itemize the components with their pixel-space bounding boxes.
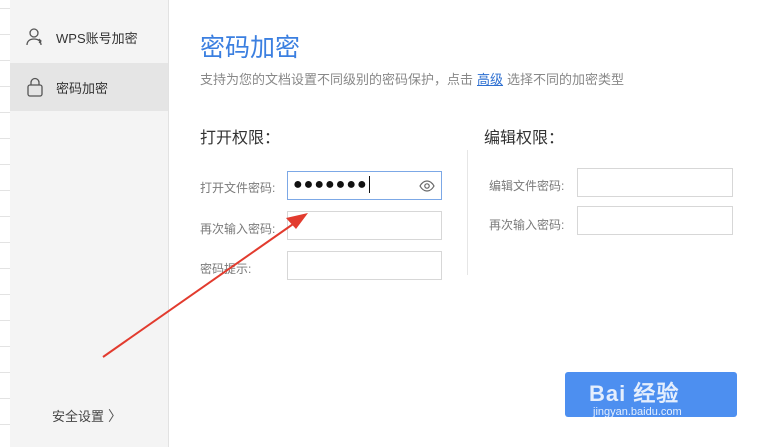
annotation-arrow-icon — [102, 213, 308, 358]
